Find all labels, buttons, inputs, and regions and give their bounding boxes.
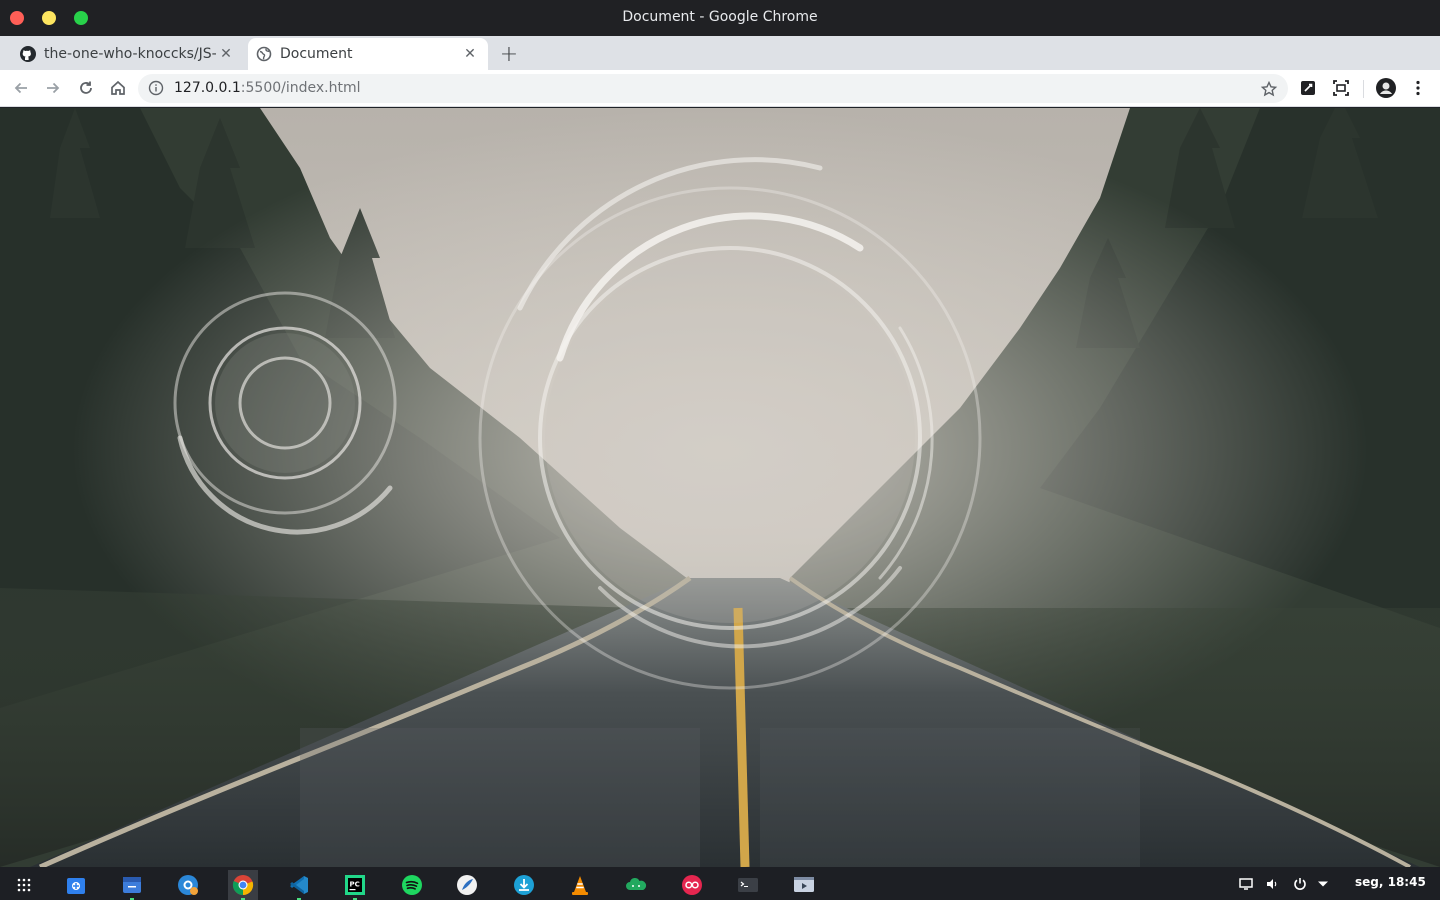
power-icon[interactable] [1292, 876, 1308, 892]
browser-toolbar: 127.0.0.1:5500/index.html [0, 70, 1440, 107]
chrome-icon[interactable] [228, 870, 258, 900]
back-icon[interactable] [9, 76, 33, 100]
tab-strip: the-one-who-knoccks/JS- ✕ Document ✕ + [0, 36, 1440, 70]
tab-github[interactable]: the-one-who-knoccks/JS- ✕ [12, 38, 244, 70]
screenshot-extension-icon[interactable] [1330, 77, 1352, 99]
tab-label: the-one-who-knoccks/JS- [44, 46, 216, 62]
os-taskbar: PC seg, 18:45 [0, 867, 1440, 900]
github-icon [20, 46, 36, 62]
vlc-icon[interactable] [565, 870, 595, 900]
forward-icon[interactable] [41, 76, 65, 100]
vscode-icon[interactable] [284, 870, 314, 900]
address-bar[interactable]: 127.0.0.1:5500/index.html [138, 74, 1288, 103]
tab-document[interactable]: Document ✕ [248, 38, 488, 70]
url-path: :5500/index.html [240, 80, 361, 96]
feather-icon[interactable] [452, 870, 482, 900]
cloud-icon[interactable] [621, 870, 651, 900]
chrome-menu-icon[interactable] [1407, 77, 1429, 99]
terminal-icon[interactable] [733, 870, 763, 900]
globe-icon [256, 46, 272, 62]
files-icon[interactable] [117, 870, 147, 900]
url-text: 127.0.0.1:5500/index.html [174, 80, 361, 96]
profile-avatar[interactable] [1375, 77, 1397, 99]
page-viewport[interactable] [0, 108, 1440, 867]
software-center-icon[interactable] [61, 870, 91, 900]
svg-text:PC: PC [350, 881, 360, 889]
new-tab-button[interactable]: + [497, 42, 521, 67]
volume-icon[interactable] [1265, 876, 1281, 892]
video-icon[interactable] [789, 870, 819, 900]
screen-indicator-icon[interactable] [1238, 876, 1254, 892]
close-tab-icon[interactable]: ✕ [216, 44, 236, 64]
tray-menu-chevron-down-icon[interactable] [1315, 876, 1331, 892]
url-host: 127.0.0.1 [174, 80, 241, 96]
settings-icon[interactable] [173, 870, 203, 900]
downloader-icon[interactable] [509, 870, 539, 900]
reload-icon[interactable] [74, 76, 98, 100]
pycharm-icon[interactable]: PC [340, 870, 370, 900]
site-info-icon[interactable] [148, 80, 164, 96]
forest-road-ripple-background [0, 108, 1440, 867]
app-grid-icon[interactable] [9, 870, 39, 900]
window-title: Document - Google Chrome [622, 9, 818, 25]
tab-label: Document [280, 46, 353, 62]
clock[interactable]: seg, 18:45 [1355, 875, 1426, 889]
window-titlebar: Document - Google Chrome [0, 0, 1440, 36]
extension-icon[interactable] [1297, 77, 1319, 99]
toolbar-divider [1363, 80, 1364, 98]
flickr-icon[interactable] [677, 870, 707, 900]
bookmark-star-icon[interactable] [1260, 80, 1278, 98]
home-icon[interactable] [106, 76, 130, 100]
spotify-icon[interactable] [397, 870, 427, 900]
close-tab-icon[interactable]: ✕ [460, 44, 480, 64]
